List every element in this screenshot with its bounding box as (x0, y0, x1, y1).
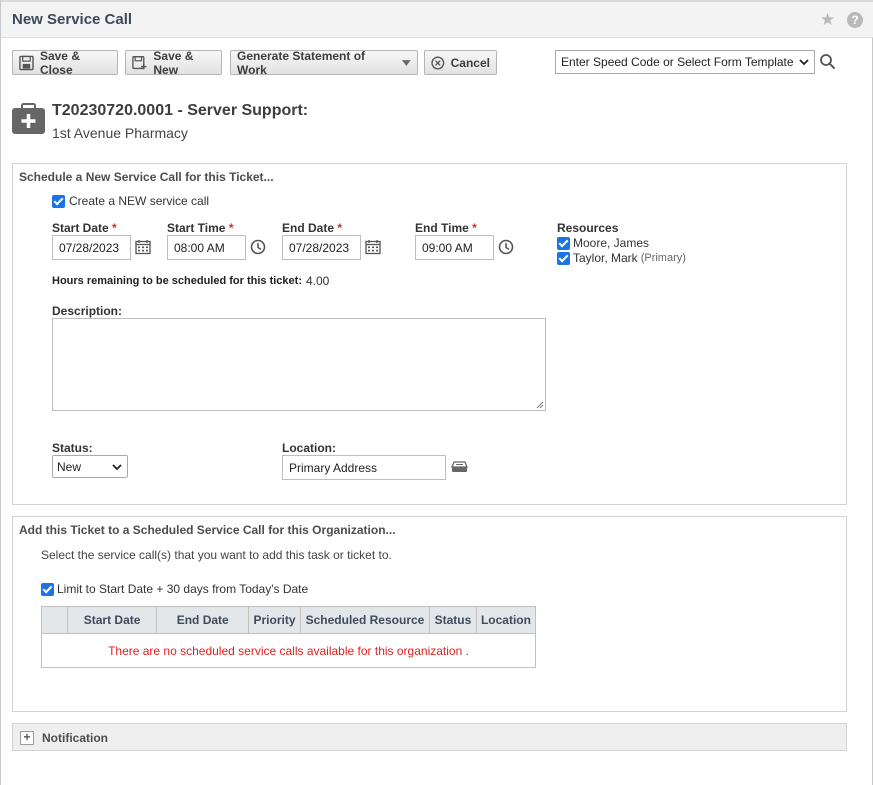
create-new-row: Create a NEW service call (52, 194, 209, 208)
clock-icon[interactable] (498, 239, 514, 255)
create-new-checkbox[interactable] (52, 194, 65, 208)
column-priority[interactable]: Priority (248, 606, 301, 634)
speed-code-value: Enter Speed Code or Select Form Template (561, 55, 794, 69)
title-bar: New Service Call ★ ? (1, 0, 873, 38)
select-column-header (41, 606, 68, 634)
calendar-icon[interactable] (135, 239, 151, 255)
notification-section[interactable]: + Notification (12, 723, 847, 751)
status-label: Status: (52, 441, 93, 455)
chevron-down-icon (112, 464, 122, 471)
start-time-field[interactable]: 08:00 AM (167, 235, 246, 260)
column-status[interactable]: Status (428, 606, 477, 634)
description-textarea[interactable] (52, 318, 546, 411)
status-select[interactable]: New (52, 455, 128, 478)
resource-item: Taylor, Mark (Primary) (557, 251, 686, 265)
limit-checkbox[interactable] (41, 582, 54, 596)
calendar-icon[interactable] (365, 239, 381, 255)
hours-label: Hours remaining to be scheduled for this… (52, 275, 302, 287)
location-label: Location: (282, 441, 336, 455)
empty-message: There are no scheduled service calls ava… (41, 633, 536, 668)
save-new-icon (132, 55, 147, 69)
resource-name: Moore, James (573, 236, 650, 250)
status-value: New (57, 459, 82, 474)
resources-label: Resources (557, 221, 619, 235)
column-location[interactable]: Location (475, 606, 537, 634)
cancel-label: Cancel (450, 55, 490, 70)
create-new-label: Create a NEW service call (69, 194, 210, 208)
clock-icon[interactable] (250, 239, 266, 255)
end-date-label: End Date * (282, 221, 343, 235)
location-field[interactable]: Primary Address (282, 455, 446, 480)
end-date-field[interactable]: 07/28/2023 (282, 235, 361, 260)
end-time-label: End Time * (415, 221, 477, 235)
description-label: Description: (52, 304, 123, 318)
resource-item: Moore, James (557, 236, 649, 250)
resource-checkbox[interactable] (557, 236, 570, 250)
schedule-heading: Schedule a New Service Call for this Tic… (19, 170, 274, 184)
generate-sow-label: Generate Statement of Work (237, 48, 366, 77)
table-header-row: Start Date End Date Priority Scheduled R… (41, 606, 537, 634)
address-book-icon[interactable] (451, 461, 468, 473)
generate-sow-button[interactable]: Generate Statement of Work (230, 48, 418, 77)
resource-checkbox[interactable] (557, 251, 570, 265)
save-close-button[interactable]: Save & Close (12, 48, 118, 77)
notification-label: Notification (42, 731, 108, 745)
hours-value: 4.00 (305, 274, 330, 288)
speed-code-select[interactable]: Enter Speed Code or Select Form Template (555, 50, 815, 74)
start-date-field[interactable]: 07/28/2023 (52, 235, 131, 260)
star-icon[interactable]: ★ (820, 10, 835, 30)
save-icon (19, 55, 34, 70)
limit-row: Limit to Start Date + 30 days from Today… (41, 582, 308, 596)
hours-remaining: Hours remaining to be scheduled for this… (52, 274, 329, 288)
chevron-down-icon (799, 59, 809, 66)
save-new-button[interactable]: Save & New (125, 48, 222, 77)
expand-icon[interactable]: + (20, 731, 34, 745)
chevron-down-icon (402, 59, 411, 66)
service-calls-table: Start Date End Date Priority Scheduled R… (41, 606, 537, 668)
end-time-field[interactable]: 09:00 AM (415, 235, 494, 260)
ticket-title: T20230720.0001 - Server Support: (52, 102, 309, 119)
resource-primary-note: (Primary) (640, 252, 686, 264)
service-call-window: New Service Call ★ ? Save & Close Save &… (0, 0, 873, 785)
start-time-label: Start Time * (167, 221, 234, 235)
close-circle-icon (431, 56, 445, 69)
help-icon[interactable]: ? (847, 12, 863, 28)
start-date-label: Start Date * (52, 221, 117, 235)
limit-label: Limit to Start Date + 30 days from Today… (57, 582, 309, 596)
page-title: New Service Call (12, 11, 133, 28)
add-existing-heading: Add this Ticket to a Scheduled Service C… (19, 523, 396, 537)
save-close-label: Save & Close (39, 48, 80, 77)
add-existing-instructions: Select the service call(s) that you want… (41, 548, 392, 562)
resize-grip-icon[interactable] (536, 401, 544, 409)
service-call-icon (12, 103, 45, 134)
column-scheduled-resource[interactable]: Scheduled Resource (300, 606, 430, 634)
save-new-label: Save & New (153, 48, 194, 77)
resource-name: Taylor, Mark (573, 251, 638, 265)
table-row: There are no scheduled service calls ava… (41, 633, 536, 668)
ticket-organization: 1st Avenue Pharmacy (52, 125, 188, 141)
column-end-date[interactable]: End Date (156, 606, 250, 634)
cancel-button[interactable]: Cancel (424, 50, 497, 75)
column-start-date[interactable]: Start Date (66, 606, 158, 634)
search-icon[interactable] (819, 53, 836, 70)
